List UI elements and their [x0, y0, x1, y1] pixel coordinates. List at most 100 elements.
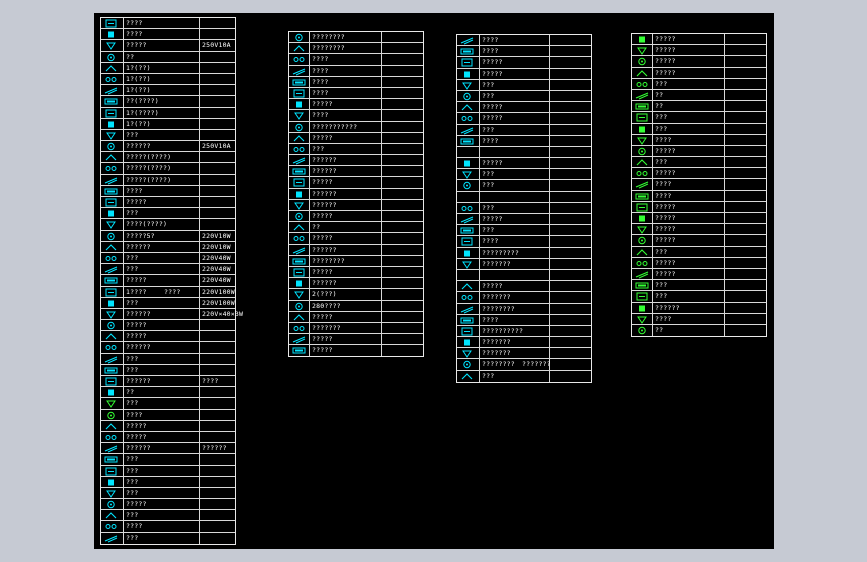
symbol-description: ??? [655, 158, 668, 167]
symbol-description: ??? [482, 226, 495, 235]
drawing-canvas[interactable]: ????????????? 250V10A?? 1?(??) 1?(??) 1?(??)… [94, 13, 774, 549]
symbol-description: ??????? [482, 259, 511, 268]
legend-row: ?????? 220V×40×3W [101, 309, 243, 321]
symbol-description: ????? [126, 500, 147, 509]
legend-row: ??? [632, 124, 766, 135]
cyan-glyph-icon [459, 293, 475, 302]
symbol-description: ???? [126, 19, 143, 27]
symbol-description: ????? [312, 178, 333, 187]
cyan-glyph-icon [103, 153, 119, 162]
legend-row [457, 147, 591, 159]
cyan-glyph-icon [459, 282, 475, 291]
cyan-glyph-icon [459, 226, 475, 235]
legend-row: ?????? [632, 303, 766, 314]
cyan-glyph-icon [103, 254, 119, 263]
legend-row: ????? [101, 432, 235, 444]
legend-row: ???? [632, 135, 766, 146]
cyan-glyph-icon [103, 164, 119, 173]
legend-row: ????? [289, 334, 423, 346]
cyan-glyph-icon [103, 19, 119, 28]
green-glyph-icon [634, 35, 650, 44]
symbol-description: ??? [655, 79, 668, 88]
symbol-description: ?? [655, 90, 664, 99]
symbol-description: ??? [482, 170, 495, 179]
legend-row: ??????? [457, 259, 591, 270]
cyan-glyph-icon [103, 478, 119, 487]
legend-row: ??? [101, 354, 235, 365]
green-glyph-icon [634, 136, 650, 145]
legend-row: ?????(????) [101, 175, 235, 186]
legend-row: ?????? 250V10A [101, 141, 235, 153]
legend-row: ?????? 220V10W [101, 242, 235, 253]
symbol-description: ??(????) [126, 97, 159, 106]
cyan-glyph-icon [103, 176, 119, 185]
cyan-glyph-icon [103, 75, 119, 84]
legend-row: ??????????? [289, 122, 423, 133]
symbol-description: ????? [655, 57, 676, 66]
cyan-glyph-icon [291, 167, 307, 176]
legend-row: ??? [457, 91, 591, 103]
cyan-glyph-icon [103, 455, 119, 464]
symbol-description: ?????? [655, 303, 680, 312]
symbol-description: ????? [312, 234, 333, 243]
legend-row: ?????? [289, 278, 423, 290]
symbol-description: ??? [312, 144, 325, 153]
legend-row: ??? [101, 130, 235, 142]
symbol-description: ?????5? [126, 231, 155, 240]
symbol-description: ?? [655, 102, 664, 111]
symbol-description: 1?(??) [126, 63, 151, 72]
symbol-description: ???????? [312, 33, 345, 41]
green-glyph-icon [634, 214, 650, 223]
legend-row: ?????????? [101, 376, 235, 388]
green-glyph-icon [103, 411, 119, 420]
green-glyph-icon [634, 169, 650, 178]
legend-row: ??? [289, 144, 423, 156]
cyan-glyph-icon [291, 324, 307, 333]
symbol-description: ?????? [312, 189, 337, 198]
green-glyph-icon [634, 147, 650, 156]
legend-row: ?? [632, 90, 766, 102]
cyan-glyph-icon [459, 316, 475, 325]
legend-row: ???? [632, 314, 766, 325]
cyan-glyph-icon [459, 327, 475, 336]
cyan-glyph-icon [291, 33, 307, 42]
legend-row: ?????(????) [101, 152, 235, 164]
symbol-spec: ?????? [202, 444, 227, 453]
legend-row: ???? [289, 88, 423, 100]
symbol-description: ????? [482, 58, 503, 67]
symbol-description: ????? [126, 321, 147, 330]
legend-row: ???? [457, 236, 591, 248]
symbol-description: ????? [126, 198, 147, 206]
legend-row: 280???? [289, 301, 423, 312]
cyan-glyph-icon [291, 335, 307, 344]
symbol-description: ?????? [312, 245, 337, 254]
legend-row: ??? [457, 125, 591, 136]
symbol-description: ???? [482, 237, 499, 246]
symbol-description: ?????? [126, 343, 151, 352]
legend-row: ????? [632, 258, 766, 269]
legend-row: ???? [289, 54, 423, 66]
legend-row: ??? [101, 398, 235, 410]
legend-row: ??????? [289, 323, 423, 335]
cyan-glyph-icon [103, 366, 119, 375]
cyan-glyph-icon [459, 36, 475, 45]
cyan-glyph-icon [103, 276, 119, 285]
cyan-glyph-icon [103, 422, 119, 431]
symbol-description: ???? [126, 30, 143, 39]
legend-row: ???? [289, 66, 423, 77]
legend-row: ????? [632, 224, 766, 236]
symbol-description: ???????? [482, 360, 515, 369]
legend-row: ????? [101, 421, 235, 432]
cyan-glyph-icon [103, 500, 119, 509]
legend-row: ??? [101, 466, 235, 477]
symbol-description: ??? [482, 91, 495, 100]
legend-row: ????? [101, 320, 235, 332]
legend-row: ???? [101, 29, 235, 41]
cyan-glyph-icon [291, 279, 307, 288]
symbol-spec: 220V40W [202, 276, 231, 285]
legend-row: ???? [289, 77, 423, 88]
cyan-glyph-icon [459, 237, 475, 246]
symbol-description: ????? [126, 332, 147, 341]
symbol-description: ????? [312, 133, 333, 142]
legend-row: ????????? [457, 248, 591, 259]
